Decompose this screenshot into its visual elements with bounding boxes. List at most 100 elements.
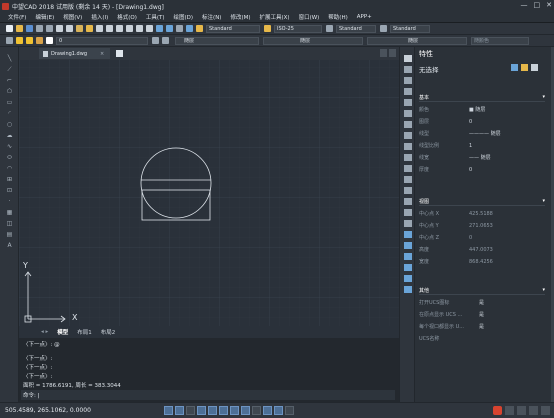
move-icon[interactable] [404, 110, 412, 117]
stretch-icon[interactable] [404, 143, 412, 150]
annotation-scale-icon[interactable] [285, 406, 294, 415]
open-icon[interactable] [15, 25, 23, 32]
ime-icon[interactable] [493, 406, 502, 415]
dim-style-select[interactable]: ISO-25 [274, 24, 322, 33]
erase-icon[interactable] [404, 55, 412, 62]
layer-thaw-icon[interactable] [25, 37, 33, 44]
property-row[interactable]: 线型比例 1 [419, 140, 545, 151]
table-icon[interactable]: ▤ [5, 231, 14, 238]
zoom-previous-icon[interactable] [145, 25, 153, 32]
object-snap-icon[interactable] [208, 406, 217, 415]
multiline-text-icon[interactable]: A [5, 242, 14, 249]
break-icon[interactable] [404, 176, 412, 183]
fillet-icon[interactable] [404, 209, 412, 216]
view-minimize-icon[interactable] [380, 49, 387, 57]
offset-icon[interactable] [404, 88, 412, 95]
quick-select-icon[interactable] [511, 64, 518, 71]
mirror-icon[interactable] [404, 77, 412, 84]
select-objects-icon[interactable] [521, 64, 528, 71]
ellipse-arc-icon[interactable]: ◠ [5, 165, 14, 172]
plotstyle-select[interactable]: 随颜色 [471, 36, 529, 45]
print-icon[interactable] [35, 25, 43, 32]
make-current-layer-icon[interactable] [151, 37, 159, 44]
menu-insert[interactable]: 插入(I) [91, 13, 108, 21]
layer-select[interactable]: 0 [56, 36, 148, 45]
grid-display-icon[interactable] [175, 406, 184, 415]
point-icon[interactable]: · [5, 198, 14, 205]
redo-icon[interactable] [105, 25, 113, 32]
calculator-icon[interactable] [175, 25, 183, 32]
line-icon[interactable]: ╲ [5, 55, 14, 62]
scale-icon[interactable] [404, 132, 412, 139]
selection-dropdown[interactable]: 无选择 [419, 64, 519, 74]
spline-icon[interactable]: ∿ [5, 143, 14, 150]
layer-manager-icon[interactable] [5, 37, 13, 44]
property-row[interactable]: 在原点显示 UCS ... 是 [419, 309, 545, 320]
pan-icon[interactable] [115, 25, 123, 32]
copy-icon[interactable] [65, 25, 73, 32]
copy-object-icon[interactable] [404, 66, 412, 73]
view-restore-icon[interactable] [389, 49, 396, 57]
polygon-icon[interactable]: ⬠ [5, 88, 14, 95]
menu-modify[interactable]: 修改(M) [230, 13, 250, 21]
property-row[interactable]: 线宽 —— 随层 [419, 152, 545, 163]
quick-properties-icon[interactable] [263, 406, 272, 415]
menu-dimension[interactable]: 标注(N) [202, 13, 221, 21]
menu-edit[interactable]: 编辑(E) [35, 13, 54, 21]
tab-layout1[interactable]: 布局1 [77, 328, 92, 336]
join-icon[interactable] [404, 187, 412, 194]
explode-icon[interactable] [404, 220, 412, 227]
lock-ui-icon[interactable] [517, 406, 526, 415]
section-view[interactable]: 视图 ▾ [419, 197, 545, 206]
paste-icon[interactable] [75, 25, 83, 32]
sheet-set-icon[interactable] [404, 275, 412, 282]
menu-app-plus[interactable]: APP+ [357, 14, 372, 20]
polyline-icon[interactable]: ⌐ [5, 77, 14, 84]
table-style-select[interactable]: Standard [336, 24, 376, 33]
command-input[interactable]: 命令: | [21, 390, 395, 400]
object-snap-tracking-icon[interactable] [219, 406, 228, 415]
section-general[interactable]: 基本 ▾ [419, 93, 545, 102]
ellipse-icon[interactable]: ⬭ [5, 154, 14, 161]
menu-file[interactable]: 文件(F) [8, 13, 26, 21]
selection-cycling-icon[interactable] [274, 406, 283, 415]
clean-screen-icon[interactable] [529, 406, 538, 415]
property-row[interactable]: 打开UCS图标是 [419, 297, 545, 308]
section-misc[interactable]: 其他 ▾ [419, 286, 545, 295]
dynamic-input-icon[interactable] [241, 406, 250, 415]
region-icon[interactable]: ◫ [5, 220, 14, 227]
color-select[interactable]: 随层 [175, 36, 259, 45]
menu-format[interactable]: 格式(O) [117, 13, 137, 21]
property-row[interactable]: UCS名称 [419, 333, 545, 344]
design-center-icon[interactable] [165, 25, 173, 32]
maximize-button[interactable]: □ [534, 1, 541, 9]
rotate-icon[interactable] [404, 121, 412, 128]
property-row[interactable]: 颜色 ■ 随层 [419, 104, 545, 115]
construction-line-icon[interactable]: ⟋ [5, 66, 14, 73]
make-block-icon[interactable]: ⊡ [5, 187, 14, 194]
zoom-realtime-icon[interactable] [125, 25, 133, 32]
match-properties-icon[interactable] [85, 25, 93, 32]
linetype-select[interactable]: 随层 [263, 36, 363, 45]
layer-lock-icon[interactable] [35, 37, 43, 44]
lineweight-display-icon[interactable] [252, 406, 261, 415]
properties-icon[interactable] [155, 25, 163, 32]
snap-mode-icon[interactable] [164, 406, 173, 415]
property-row[interactable]: 每个视口都显示 U... 是 [419, 321, 545, 332]
tab-drawing1[interactable]: Drawing1.dwg × [39, 48, 111, 59]
menu-draw[interactable]: 绘图(D) [174, 13, 194, 21]
layer-states-icon[interactable] [404, 253, 412, 260]
layout-nav-icon[interactable]: ◂ ▸ [41, 329, 48, 335]
ortho-mode-icon[interactable] [186, 406, 195, 415]
rectangle-icon[interactable]: ▭ [5, 99, 14, 106]
circle-icon[interactable]: ○ [5, 121, 14, 128]
extend-icon[interactable] [404, 165, 412, 172]
multileader-style-select[interactable]: Standard [390, 24, 430, 33]
dynamic-ucs-icon[interactable] [230, 406, 239, 415]
insert-block-icon[interactable]: ⊞ [5, 176, 14, 183]
new-tab-icon[interactable] [116, 50, 124, 57]
close-button[interactable]: ✕ [546, 1, 552, 9]
property-row[interactable]: 线型 ———— 随层 [419, 128, 545, 139]
menu-help[interactable]: 帮助(H) [328, 13, 347, 21]
tab-model[interactable]: 模型 [57, 328, 68, 336]
